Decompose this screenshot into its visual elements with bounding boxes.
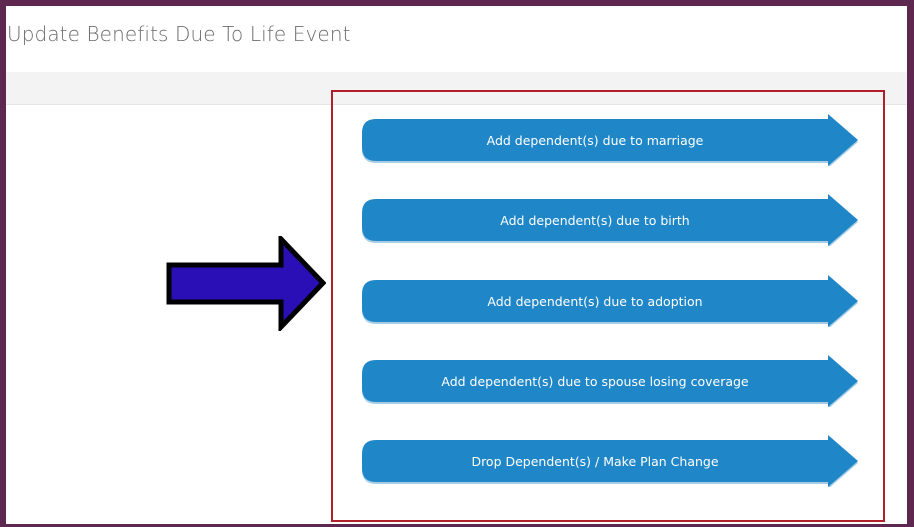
marriage-button-label: Add dependent(s) due to marriage <box>486 132 704 148</box>
birth-button-label: Add dependent(s) due to birth <box>500 212 690 228</box>
birth-button[interactable]: Add dependent(s) due to birth <box>362 194 859 246</box>
spouse-losing-coverage-button-label: Add dependent(s) due to spouse losing co… <box>441 373 749 389</box>
page-title: Update Benefits Due To Life Event <box>7 22 351 46</box>
drop-dependent-button[interactable]: Drop Dependent(s) / Make Plan Change <box>362 435 859 487</box>
window: Update Benefits Due To Life Event Add de… <box>6 6 907 524</box>
spouse-losing-coverage-button[interactable]: Add dependent(s) due to spouse losing co… <box>362 355 859 407</box>
adoption-button[interactable]: Add dependent(s) due to adoption <box>362 275 859 327</box>
marriage-button[interactable]: Add dependent(s) due to marriage <box>362 114 859 166</box>
adoption-button-label: Add dependent(s) due to adoption <box>487 293 703 309</box>
right-arrow-icon <box>166 236 326 331</box>
drop-dependent-button-label: Drop Dependent(s) / Make Plan Change <box>471 453 719 469</box>
